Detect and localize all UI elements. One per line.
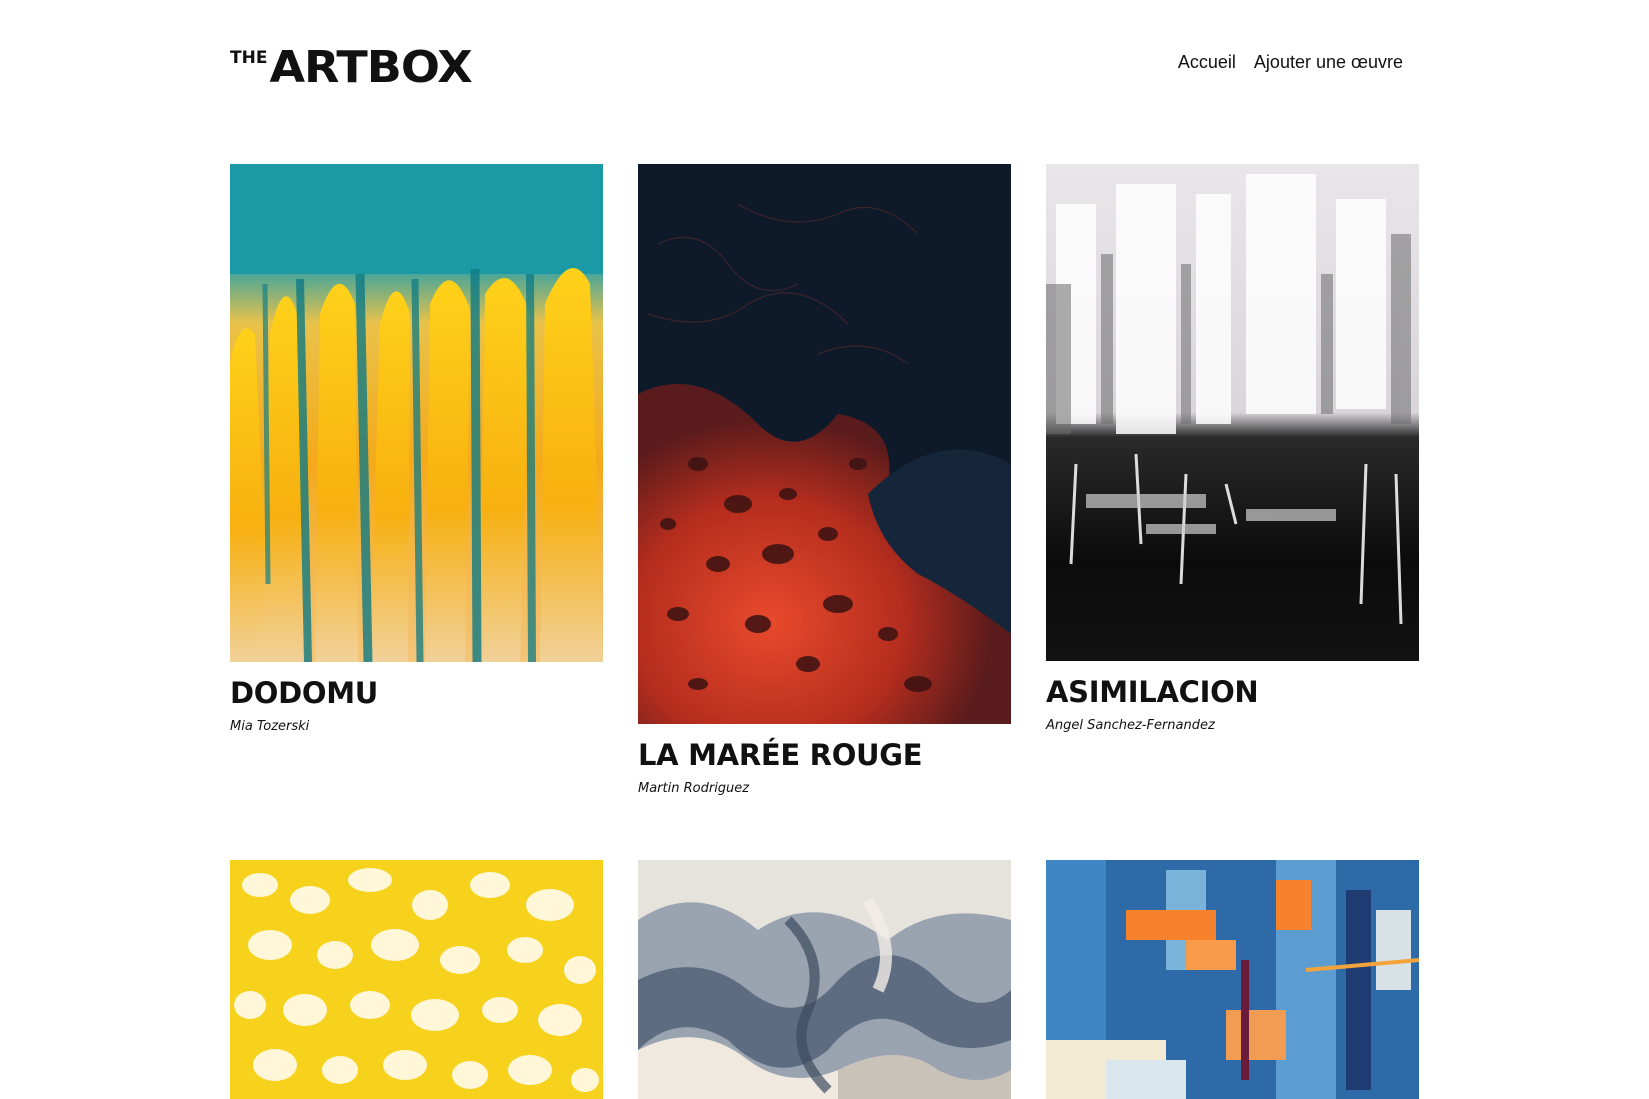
artwork-card[interactable]: LA MARÉE ROUGE Martin Rodriguez [638, 164, 1011, 797]
artwork-card[interactable] [638, 860, 1011, 1099]
artwork-title[interactable]: ASIMILACION [1046, 675, 1419, 709]
artwork-image-dodomu [230, 164, 603, 662]
main-nav: Accueil Ajouter une œuvre [1178, 52, 1403, 73]
artwork-image[interactable] [638, 164, 1011, 724]
logo-small-text: THE [230, 48, 268, 68]
logo-main-text: ARTBOX [269, 41, 472, 93]
artwork-image[interactable] [638, 860, 1011, 1099]
site-logo[interactable]: THE ARTBOX [230, 41, 473, 93]
artwork-image-smoke-swirl [638, 860, 1011, 1099]
artwork-card[interactable] [1046, 860, 1419, 1099]
artwork-image-asimilacion [1046, 164, 1419, 661]
artwork-image-la-maree-rouge [638, 164, 1011, 724]
artwork-title[interactable]: DODOMU [230, 676, 603, 710]
artwork-image[interactable] [1046, 164, 1419, 661]
artwork-image[interactable] [230, 164, 603, 662]
artwork-image[interactable] [230, 860, 603, 1099]
artwork-card[interactable]: DODOMU Mia Tozerski [230, 164, 603, 735]
artwork-artist: Martin Rodriguez [638, 781, 750, 796]
artwork-card[interactable] [230, 860, 603, 1099]
artwork-card[interactable]: ASIMILACION Angel Sanchez-Fernandez [1046, 164, 1419, 734]
artwork-image-yellow-cells [230, 860, 603, 1099]
artwork-artist: Mia Tozerski [230, 719, 310, 734]
nav-link-ajouter-oeuvre[interactable]: Ajouter une œuvre [1254, 52, 1403, 73]
artwork-title[interactable]: LA MARÉE ROUGE [638, 738, 1011, 772]
page: THE ARTBOX Accueil Ajouter une œuvre DOD… [0, 0, 1649, 1099]
artwork-image-blue-orange [1046, 860, 1419, 1099]
nav-link-accueil[interactable]: Accueil [1178, 52, 1236, 73]
artwork-artist: Angel Sanchez-Fernandez [1046, 718, 1215, 733]
artwork-image[interactable] [1046, 860, 1419, 1099]
